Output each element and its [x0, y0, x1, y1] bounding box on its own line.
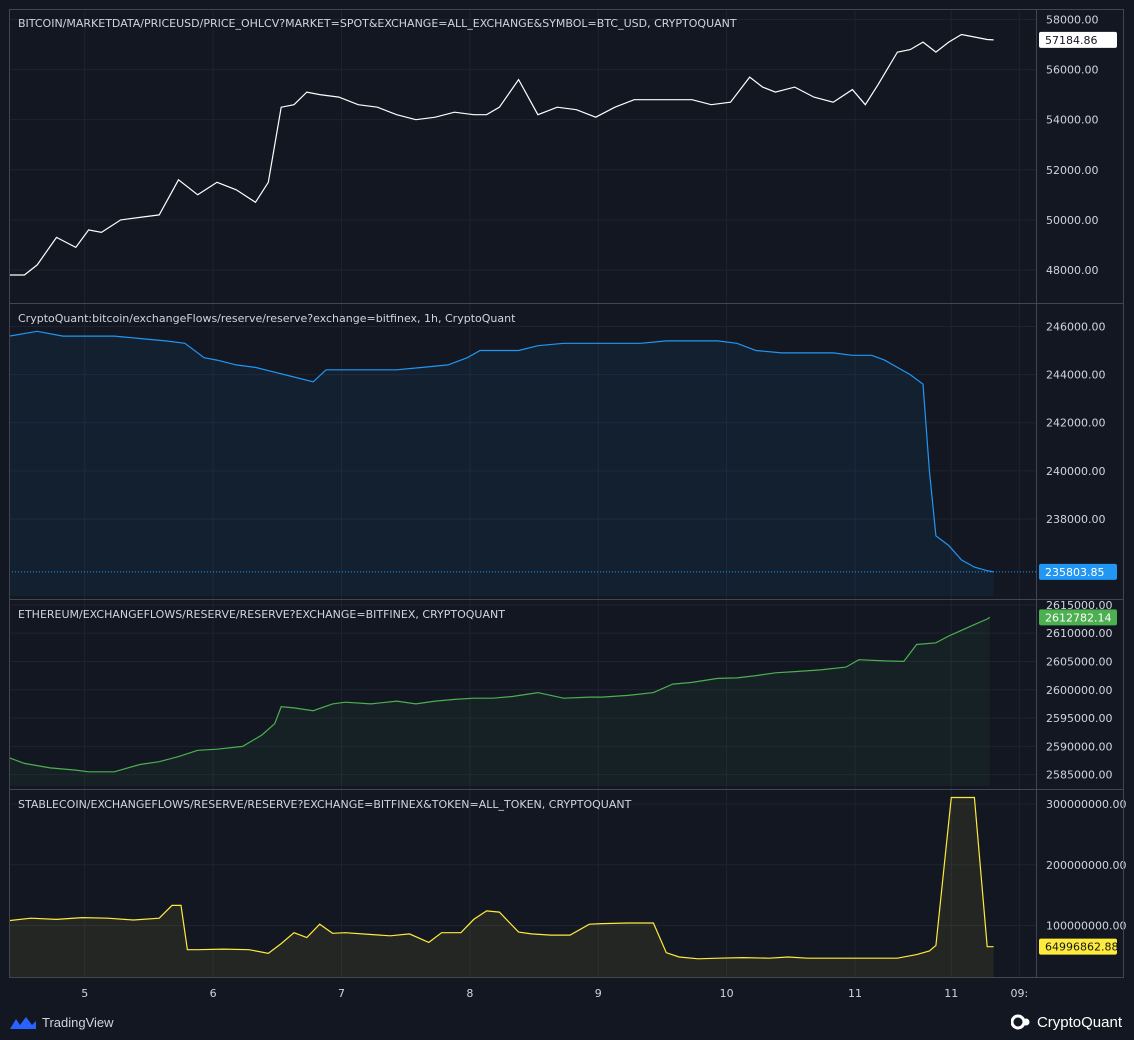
y-tick-label: 2600000.00 — [1046, 684, 1112, 697]
y-tick-label: 48000.00 — [1046, 264, 1099, 277]
y-tick-label: 2595000.00 — [1046, 712, 1112, 725]
pane-title: ETHEREUM/EXCHANGEFLOWS/RESERVE/RESERVE?E… — [18, 608, 505, 621]
cryptoquant-logo[interactable]: CryptoQuant — [1010, 1010, 1122, 1034]
x-tick-label: 7 — [338, 987, 345, 1000]
x-tick-label: 10 — [720, 987, 734, 1000]
multi-pane-chart: 58000.00 56000.00 54000.00 52000.00 50000.00… — [0, 0, 1134, 1040]
y-tick-label: 244000.00 — [1046, 369, 1106, 382]
x-tick-label: 6 — [210, 987, 217, 1000]
tradingview-label: TradingView — [42, 1014, 114, 1030]
last-value-label: 2612782.14 — [1045, 611, 1111, 624]
y-tick-label: 54000.00 — [1046, 114, 1099, 127]
cryptoquant-icon — [1010, 1014, 1030, 1030]
y-tick-label: 2610000.00 — [1046, 627, 1112, 640]
pane-title: CryptoQuant:bitcoin/exchangeFlows/reserv… — [18, 312, 516, 325]
y-tick-label: 300000000.00 — [1046, 798, 1126, 811]
pane-title: BITCOIN/MARKETDATA/PRICEUSD/PRICE_OHLCV?… — [18, 17, 737, 30]
y-tick-label: 50000.00 — [1046, 214, 1099, 227]
x-tick-label: 09: — [1010, 987, 1028, 1000]
y-tick-label: 2590000.00 — [1046, 740, 1112, 753]
x-tick-label: 11 — [848, 987, 862, 1000]
series-area-fill — [9, 331, 994, 596]
pane-title: STABLECOIN/EXCHANGEFLOWS/RESERVE/RESERVE… — [18, 798, 632, 811]
x-tick-label: 8 — [466, 987, 473, 1000]
tradingview-logo[interactable]: TradingView — [10, 1010, 114, 1034]
y-tick-label: 2585000.00 — [1046, 769, 1112, 782]
y-tick-label: 240000.00 — [1046, 465, 1106, 478]
cryptoquant-label: CryptoQuant — [1036, 1013, 1122, 1031]
last-value-label: 235803.85 — [1045, 566, 1105, 579]
y-tick-label: 52000.00 — [1046, 164, 1099, 177]
y-tick-label: 2605000.00 — [1046, 655, 1112, 668]
y-tick-label: 200000000.00 — [1046, 859, 1126, 872]
y-tick-label: 242000.00 — [1046, 417, 1106, 430]
last-value-label: 64996862.88 — [1045, 941, 1118, 954]
last-value-label: 57184.86 — [1045, 34, 1098, 47]
y-tick-label: 238000.00 — [1046, 513, 1106, 526]
y-tick-label: 56000.00 — [1046, 64, 1099, 77]
y-tick-label: 58000.00 — [1046, 14, 1099, 27]
x-tick-label: 5 — [81, 987, 88, 1000]
y-tick-label: 100000000.00 — [1046, 919, 1126, 932]
x-tick-label: 9 — [595, 987, 602, 1000]
tradingview-icon — [10, 1017, 36, 1029]
x-tick-label: 11 — [944, 987, 958, 1000]
y-tick-label: 246000.00 — [1046, 320, 1106, 333]
